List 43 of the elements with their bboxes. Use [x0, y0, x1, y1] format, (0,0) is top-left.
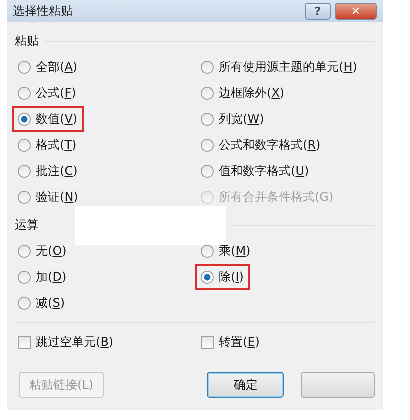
help-button[interactable]: ?	[305, 2, 331, 20]
radio-button[interactable]	[18, 138, 31, 152]
option-label: 所有使用源主题的单元(H)	[219, 58, 358, 76]
radio-button[interactable]	[201, 270, 214, 284]
option-label: 列宽(W)	[219, 110, 264, 128]
option-label: 全部(A)	[36, 58, 78, 76]
radio-button[interactable]	[201, 138, 214, 152]
radio-button[interactable]	[18, 190, 31, 204]
radio-button[interactable]	[18, 86, 31, 100]
option-label: 批注(C)	[36, 162, 78, 180]
radio-button[interactable]	[18, 296, 31, 310]
option-label: 数值(V)	[36, 110, 78, 128]
option-label: 边框除外(X)	[219, 84, 285, 102]
option-label: 加(D)	[36, 268, 67, 286]
radio-button[interactable]	[18, 164, 31, 178]
option-label: 所有合并条件格式(G)	[219, 188, 334, 206]
section-heading: 粘贴	[15, 32, 39, 50]
radio-button[interactable]	[18, 244, 31, 258]
option-label: 转置(E)	[219, 334, 260, 350]
dialog-button[interactable]: 确定	[207, 372, 284, 398]
option-label: 乘(M)	[219, 242, 251, 260]
radio-button[interactable]	[201, 164, 214, 178]
radio-button[interactable]	[201, 86, 214, 100]
option-label: 除(I)	[219, 268, 244, 286]
checkbox[interactable]	[18, 336, 31, 348]
radio-button[interactable]	[201, 244, 214, 258]
option-label: 减(S)	[36, 294, 65, 312]
option-label: 跳过空单元(B)	[36, 334, 114, 350]
window-title: 选择性粘贴	[13, 2, 74, 20]
radio-button[interactable]	[18, 112, 31, 126]
option-label: 值和数字格式(U)	[219, 162, 310, 180]
radio-button[interactable]	[201, 112, 214, 126]
dialog-button[interactable]	[301, 372, 375, 398]
option-label: 无(O)	[36, 242, 67, 260]
option-label: 验证(N)	[36, 188, 78, 206]
option-label: 公式和数字格式(R)	[219, 136, 321, 154]
section-heading: 运算	[15, 216, 39, 234]
checkbox[interactable]	[201, 336, 214, 348]
radio-button[interactable]	[18, 60, 31, 74]
radio-button[interactable]	[18, 270, 31, 284]
option-label: 格式(T)	[36, 136, 77, 154]
option-label: 公式(F)	[36, 84, 76, 102]
radio-button[interactable]	[201, 60, 214, 74]
